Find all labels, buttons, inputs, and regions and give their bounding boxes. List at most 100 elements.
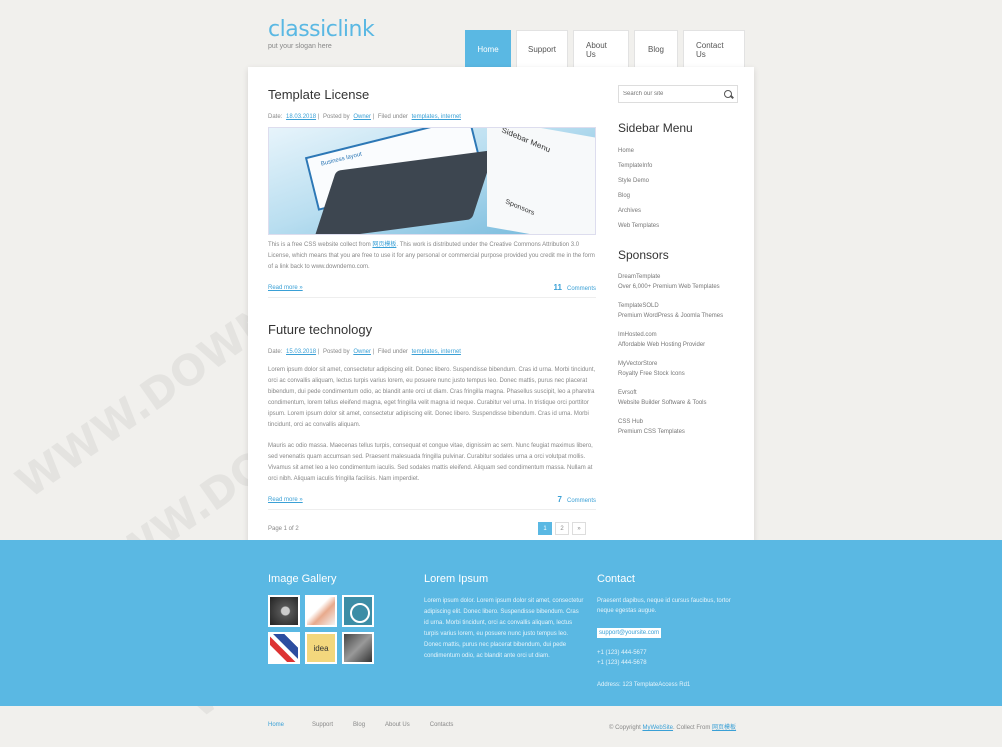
contact-info: Praesent dapibus, neque id cursus faucib… (597, 596, 737, 690)
post-author-link[interactable]: Owner (353, 114, 371, 120)
footer-nav: Home Support Blog About Us Contacts (268, 722, 453, 728)
next-page-button[interactable]: » (572, 522, 586, 535)
sponsor-name[interactable]: DreamTemplate (618, 274, 660, 280)
contact-email-link[interactable]: support@yoursite.com (597, 628, 662, 638)
search-input[interactable] (623, 91, 713, 97)
site-logo[interactable]: classiclink put your slogan here (268, 17, 375, 50)
post-excerpt: This is a free CSS website collect from … (268, 242, 595, 270)
gallery-title: Image Gallery (268, 573, 337, 585)
nav-contact-us[interactable]: Contact Us (683, 30, 745, 68)
sponsor-item[interactable]: ImHosted.com Affordable Web Hosting Provi… (618, 330, 738, 350)
comments-count: 7 (557, 495, 562, 504)
post-meta: Date: 15.03.2018 | Posted by Owner | Fil… (268, 349, 461, 355)
sponsors-list: DreamTemplate Over 6,000+ Premium Web Tem… (618, 272, 738, 437)
sponsor-name[interactable]: Evrsoft (618, 390, 637, 396)
image-sidebar-title: Sidebar Menu (500, 127, 552, 155)
image-screen-title: Business layout (320, 151, 363, 168)
search-icon[interactable] (724, 89, 733, 99)
post-title[interactable]: Future technology (268, 322, 596, 337)
contact-title: Contact (597, 573, 635, 585)
pagination: Page 1 of 2 1 2 » (268, 522, 596, 535)
sidebar-item-blog[interactable]: Blog (618, 189, 738, 204)
nav-support[interactable]: Support (516, 30, 568, 68)
page-links: 1 2 » (538, 522, 586, 535)
post-author-link[interactable]: Owner (353, 349, 371, 355)
main-content: Template License Date: 18.03.2018 | Post… (268, 87, 596, 535)
page-2-button[interactable]: 2 (555, 522, 569, 535)
contact-phone: +1 (123) 444-5677 (597, 650, 647, 656)
post-categories-link[interactable]: templates, internet (412, 349, 461, 355)
collect-link[interactable]: 网页模板 (372, 242, 396, 248)
sidebar-item-home[interactable]: Home (618, 144, 738, 159)
footer-nav-support[interactable]: Support (312, 722, 333, 728)
sponsor-desc: Premium CSS Templates (618, 429, 685, 435)
post-image: Business layout Sidebar Menu Sponsors (268, 127, 596, 235)
sidebar-item-templateinfo[interactable]: TemplateInfo (618, 159, 738, 174)
collect-from-link[interactable]: 网页模板 (712, 725, 736, 731)
thumb-caption: idea (313, 643, 329, 653)
read-more-link[interactable]: Read more » (268, 497, 303, 503)
gallery-thumb[interactable]: idea (305, 632, 337, 664)
sponsor-name[interactable]: TemplateSOLD (618, 303, 659, 309)
post-footer: Read more » 7 Comments (268, 495, 596, 510)
gallery-thumb[interactable] (268, 632, 300, 664)
sidebar-menu: Home TemplateInfo Style Demo Blog Archiv… (618, 144, 738, 234)
copyright-link[interactable]: MyWebSite (642, 725, 673, 731)
nav-about-us[interactable]: About Us (573, 30, 629, 68)
site-title[interactable]: classiclink (268, 17, 375, 42)
sidebar-item-web-templates[interactable]: Web Templates (618, 219, 738, 234)
filed-label: Filed under (377, 349, 408, 355)
post-paragraph: Lorem ipsum dolor sit amet, consectetur … (268, 367, 596, 428)
filed-label: Filed under (377, 114, 408, 120)
sponsor-desc: Website Builder Software & Tools (618, 400, 707, 406)
read-more-link[interactable]: Read more » (268, 285, 303, 291)
sidebar-menu-title: Sidebar Menu (618, 121, 693, 135)
post: Future technology Date: 15.03.2018 | Pos… (268, 322, 596, 510)
footer-nav-contacts[interactable]: Contacts (430, 722, 454, 728)
footer-nav-home[interactable]: Home (268, 722, 284, 728)
gallery-thumb[interactable] (342, 595, 374, 627)
comments-label: Comments (566, 498, 596, 504)
contact-text: Praesent dapibus, neque id cursus faucib… (597, 598, 731, 614)
post-date-link[interactable]: 18.03.2018 (286, 114, 316, 120)
footer-nav-about-us[interactable]: About Us (385, 722, 410, 728)
nav-blog[interactable]: Blog (634, 30, 678, 68)
image-sidebar-sub: Sponsors (504, 198, 535, 218)
sponsor-item[interactable]: CSS Hub Premium CSS Templates (618, 417, 738, 437)
sponsor-desc: Royalty Free Stock Icons (618, 371, 685, 377)
page-1-button[interactable]: 1 (538, 522, 552, 535)
page-indicator: Page 1 of 2 (268, 525, 299, 532)
comments-link[interactable]: 11 Comments (554, 283, 596, 292)
sponsor-name[interactable]: MyVectorStore (618, 361, 657, 367)
comments-link[interactable]: 7 Comments (558, 495, 596, 504)
gallery-thumb[interactable] (342, 632, 374, 664)
sidebar-item-archives[interactable]: Archives (618, 204, 738, 219)
post-categories-link[interactable]: templates, internet (412, 114, 461, 120)
gallery-thumb[interactable] (305, 595, 337, 627)
post-title[interactable]: Template License (268, 87, 596, 102)
nav-home[interactable]: Home (465, 30, 511, 68)
sponsor-name[interactable]: ImHosted.com (618, 332, 657, 338)
post-date-link[interactable]: 15.03.2018 (286, 349, 316, 355)
sponsor-item[interactable]: MyVectorStore Royalty Free Stock Icons (618, 359, 738, 379)
sponsor-item[interactable]: Evrsoft Website Builder Software & Tools (618, 388, 738, 408)
sidebar-item-style-demo[interactable]: Style Demo (618, 174, 738, 189)
posted-label: Posted by (322, 114, 350, 120)
copyright: © Copyright MyWebSite. Collect From 网页模板 (609, 725, 737, 731)
sponsor-desc: Affordable Web Hosting Provider (618, 342, 706, 348)
gallery-thumb[interactable] (268, 595, 300, 627)
footer-nav-blog[interactable]: Blog (353, 722, 365, 728)
main-nav: Home Support About Us Blog Contact Us (465, 30, 745, 68)
comments-label: Comments (566, 286, 596, 292)
image-sidebar: Sidebar Menu Sponsors (487, 127, 595, 234)
sponsor-item[interactable]: DreamTemplate Over 6,000+ Premium Web Tem… (618, 272, 738, 292)
sidebar: Sidebar Menu Home TemplateInfo Style Dem… (618, 85, 738, 446)
contact-phone: +1 (123) 444-5678 (597, 660, 647, 666)
image-gallery: idea (268, 595, 382, 664)
lorem-text: Lorem ipsum dolor. Lorem ipsum dolor sit… (424, 598, 584, 659)
sponsor-name[interactable]: CSS Hub (618, 419, 643, 425)
date-label: Date: (268, 349, 283, 355)
sponsor-item[interactable]: TemplateSOLD Premium WordPress & Joomla T… (618, 301, 738, 321)
search-box (618, 85, 738, 103)
sponsors-title: Sponsors (618, 248, 669, 262)
